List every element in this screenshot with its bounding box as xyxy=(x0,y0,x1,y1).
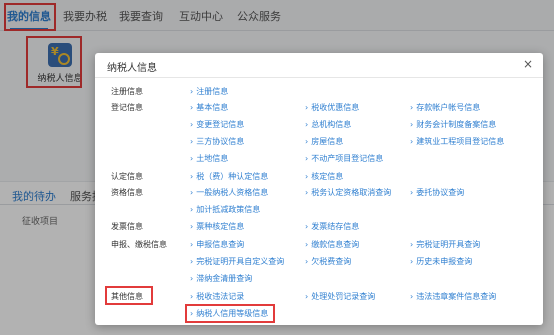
link-entrust-agreement[interactable]: › 委托协议查询 xyxy=(410,187,464,198)
link-invoice-type[interactable]: › 票种核定信息 xyxy=(190,221,244,232)
dialog-title: 纳税人信息 xyxy=(107,63,157,74)
link-arrears-query[interactable]: › 欠税费查询 xyxy=(305,256,351,267)
category-other: 其他信息 xyxy=(111,292,143,301)
link-invoice-stock[interactable]: › 发票结存信息 xyxy=(305,221,359,232)
link-construction-project[interactable]: › 建筑业工程项目登记信息 xyxy=(410,136,504,147)
link-land-info[interactable]: › 土地信息 xyxy=(190,153,228,164)
category-register-info: 登记信息 xyxy=(111,103,143,112)
category-invoice: 发票信息 xyxy=(111,222,143,231)
link-housing-info[interactable]: › 房屋信息 xyxy=(305,136,343,147)
category-declaration-payment: 申报、缴税信息 xyxy=(111,240,167,249)
link-basic-info[interactable]: › 基本信息 xyxy=(190,102,228,113)
close-icon[interactable]: × xyxy=(523,57,533,71)
link-registration-info[interactable]: › 注册信息 xyxy=(190,86,228,97)
link-credit-rating[interactable]: › 纳税人信用等级信息 xyxy=(190,308,268,319)
link-tax-type-recognition[interactable]: › 税（费）种认定信息 xyxy=(190,171,268,182)
link-accounting-system[interactable]: › 财务会计制度备案信息 xyxy=(410,119,496,130)
link-violation-case[interactable]: › 违法违章案件信息查询 xyxy=(410,291,496,302)
category-recognition: 认定信息 xyxy=(111,172,143,181)
link-general-taxpayer[interactable]: › 一般纳税人资格信息 xyxy=(190,187,268,198)
link-declaration-query[interactable]: › 申报信息查询 xyxy=(190,239,244,250)
link-payment-query[interactable]: › 缴款信息查询 xyxy=(305,239,359,250)
link-qualification-cancel[interactable]: › 税务认定资格取消查询 xyxy=(305,187,391,198)
dialog-divider xyxy=(95,77,543,78)
link-real-estate-project[interactable]: › 不动产项目登记信息 xyxy=(305,153,383,164)
taxpayer-info-dialog: 纳税人信息 × 注册信息 登记信息 认定信息 资格信息 发票信息 申报、缴税信息… xyxy=(95,53,543,325)
link-additional-deduction[interactable]: › 加计抵减政策信息 xyxy=(190,204,260,215)
link-verification-info[interactable]: › 核定信息 xyxy=(305,171,343,182)
category-registration: 注册信息 xyxy=(111,87,143,96)
link-bank-account[interactable]: › 存款帐户帐号信息 xyxy=(410,102,480,113)
link-tripartite-agreement[interactable]: › 三方协议信息 xyxy=(190,136,244,147)
link-tax-certificate[interactable]: › 完税证明开具查询 xyxy=(410,239,480,250)
category-qualification: 资格信息 xyxy=(111,188,143,197)
link-change-registration[interactable]: › 变更登记信息 xyxy=(190,119,244,130)
link-tax-certificate-custom[interactable]: › 完税证明开具自定义查询 xyxy=(190,256,284,267)
link-tax-violation[interactable]: › 税收违法记录 xyxy=(190,291,244,302)
link-penalty-record[interactable]: › 处理处罚记录查询 xyxy=(305,291,375,302)
link-undeclared-history[interactable]: › 历史未申报查询 xyxy=(410,256,472,267)
link-late-fee-list[interactable]: › 滞纳金清册查询 xyxy=(190,273,252,284)
link-tax-preference[interactable]: › 税收优惠信息 xyxy=(305,102,359,113)
link-head-office[interactable]: › 总机构信息 xyxy=(305,119,351,130)
